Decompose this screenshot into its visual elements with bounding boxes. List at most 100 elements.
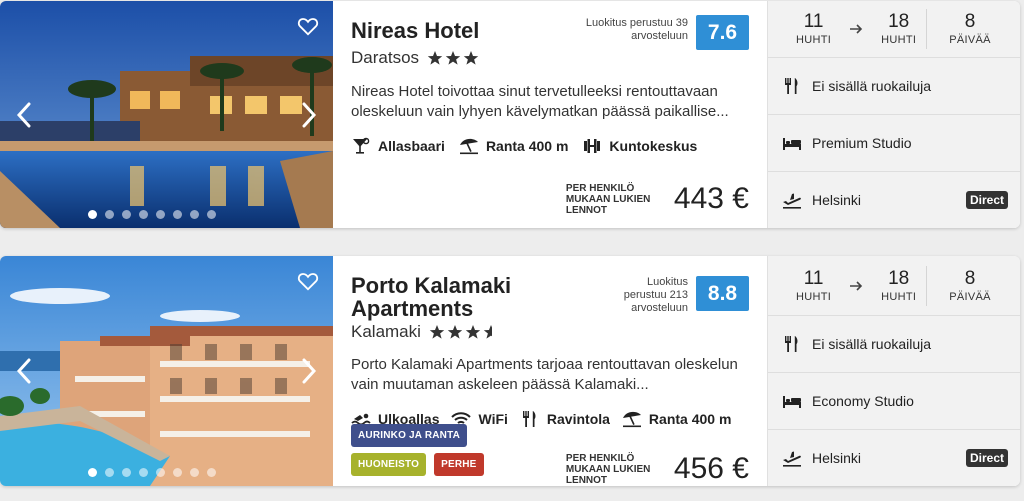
board-type: Ei sisällä ruokailuja: [768, 58, 1020, 115]
pagination-dot[interactable]: [87, 210, 97, 219]
amenity-label: Kuntokeskus: [609, 138, 698, 154]
pagination-dot[interactable]: [155, 468, 165, 477]
hotel-card[interactable]: Porto Kalamaki Apartments Kalamaki Luoki…: [0, 256, 1020, 486]
room-type: Economy Studio: [768, 373, 1020, 430]
flight-info: Helsinki Direct: [768, 430, 1020, 486]
pagination-dot[interactable]: [138, 210, 148, 219]
divider: [926, 9, 928, 49]
next-photo-arrow-icon[interactable]: [299, 101, 319, 129]
trip-length-label: PÄIVÄÄ: [949, 290, 991, 303]
amenity-label: Ranta 400 m: [485, 138, 569, 154]
price-label: PER HENKILÖ MUKAAN LUKIEN LENNOT: [565, 182, 651, 216]
category-tag[interactable]: AURINKO JA RANTA: [351, 424, 468, 447]
hotel-info: Nireas Hotel Daratsos Luokitus perustuu …: [333, 1, 767, 228]
star-icon: [465, 325, 481, 339]
hotel-location: Kalamaki: [351, 322, 421, 341]
board-label: Ei sisällä ruokailuja: [812, 78, 932, 94]
beach-umbrella-icon: [459, 138, 478, 155]
price: 456 €: [673, 452, 749, 485]
hotel-card[interactable]: Nireas Hotel Daratsos Luokitus perustuu …: [0, 1, 1020, 228]
amenity-item: Kuntokeskus: [582, 137, 697, 155]
return-month: HUHTI: [881, 290, 917, 303]
board-type: Ei sisällä ruokailuja: [768, 316, 1020, 373]
pagination-dot[interactable]: [189, 210, 199, 219]
hotel-info: Porto Kalamaki Apartments Kalamaki Luoki…: [333, 256, 767, 486]
fork-knife-icon: [785, 336, 798, 352]
hotel-location: Daratsos: [351, 48, 420, 67]
star-icon: [447, 325, 463, 339]
trip-details[interactable]: 11 HUHTI 18 HUHTI 8 PÄIVÄÄ Ei sisällä ru…: [767, 1, 1020, 228]
trip-length: 8 PÄIVÄÄ: [949, 268, 991, 303]
star-icon: [463, 51, 479, 65]
dumbbell-icon: [584, 139, 601, 153]
price-area: PER HENKILÖ MUKAAN LUKIEN LENNOT 456 €: [566, 452, 749, 486]
fork-knife-icon: [785, 78, 798, 94]
star-icon: [429, 325, 445, 339]
review-rating: Luokitus perustuu 39 arvosteluun 7.6: [576, 15, 749, 50]
pagination-dot[interactable]: [138, 468, 148, 477]
pagination-dot[interactable]: [104, 468, 114, 477]
return-date: 18 HUHTI: [881, 267, 917, 303]
rating-score-badge: 8.8: [696, 276, 749, 311]
amenity-label: Ranta 400 m: [648, 411, 732, 427]
next-photo-arrow-icon[interactable]: [299, 357, 319, 385]
trip-length-label: PÄIVÄÄ: [949, 34, 991, 46]
half-star-icon: [483, 325, 492, 339]
board-label: Ei sisällä ruokailuja: [812, 336, 932, 352]
category-tag[interactable]: HUONEISTO: [351, 453, 427, 476]
departure-day: 11: [803, 11, 824, 32]
departure-city: Helsinki: [812, 192, 862, 208]
favorite-heart-icon[interactable]: [297, 15, 319, 37]
favorite-heart-icon[interactable]: [297, 270, 319, 292]
pagination-dot[interactable]: [87, 468, 97, 477]
departure-date: 11 HUHTI: [796, 11, 832, 47]
room-label: Economy Studio: [812, 393, 914, 409]
amenity-label: Ravintola: [546, 411, 610, 427]
price-label: PER HENKILÖ MUKAAN LUKIEN LENNOT: [565, 452, 651, 486]
review-rating: Luokitus perustuu 213 arvosteluun 8.8: [614, 274, 749, 315]
trip-dates: 11 HUHTI 18 HUHTI 8 PÄIVÄÄ: [768, 1, 1020, 58]
trip-details[interactable]: 11 HUHTI 18 HUHTI 8 PÄIVÄÄ Ei sisällä ru…: [767, 256, 1020, 486]
pagination-dot[interactable]: [104, 210, 114, 219]
price-area: PER HENKILÖ MUKAAN LUKIEN LENNOT 443 €: [566, 182, 749, 216]
departure-city: Helsinki: [812, 450, 862, 466]
pagination-dot[interactable]: [206, 210, 216, 219]
airplane-takeoff-icon: [783, 451, 801, 467]
direct-flight-badge: Direct: [965, 449, 1008, 467]
amenity-item: Allasbaari: [351, 137, 445, 155]
hotel-name[interactable]: Porto Kalamaki Apartments: [351, 274, 581, 320]
trip-dates: 11 HUHTI 18 HUHTI 8 PÄIVÄÄ: [768, 256, 1020, 316]
category-tag[interactable]: PERHE: [434, 453, 484, 476]
amenities-list: Allasbaari Ranta 400 m Kuntokeskus: [351, 137, 749, 155]
hotel-name[interactable]: Nireas Hotel: [351, 19, 581, 42]
departure-month: HUHTI: [796, 34, 832, 46]
return-day: 18: [888, 267, 910, 289]
bed-icon: [783, 138, 801, 150]
pagination-dot[interactable]: [206, 468, 216, 477]
star-icon: [427, 51, 443, 65]
pagination-dot[interactable]: [172, 468, 182, 477]
departure-date: 11 HUHTI: [796, 268, 832, 303]
arrow-right-icon: [850, 280, 863, 291]
return-day: 18: [888, 11, 910, 32]
hotel-photo: [0, 1, 333, 228]
pagination-dot[interactable]: [121, 210, 131, 219]
trip-length-days: 8: [964, 11, 976, 32]
pagination-dot[interactable]: [121, 468, 131, 477]
hotel-photo-carousel[interactable]: [0, 256, 333, 486]
pagination-dot[interactable]: [155, 210, 165, 219]
hotel-photo-carousel[interactable]: [0, 1, 333, 228]
return-month: HUHTI: [881, 34, 917, 46]
arrow-right-icon: [850, 24, 863, 34]
departure-month: HUHTI: [796, 290, 832, 303]
fork-knife-icon: [522, 411, 536, 427]
pagination-dot[interactable]: [189, 468, 199, 477]
previous-photo-arrow-icon[interactable]: [14, 357, 34, 385]
return-date: 18 HUHTI: [881, 11, 917, 47]
room-type: Premium Studio: [768, 115, 1020, 172]
trip-length: 8 PÄIVÄÄ: [949, 11, 991, 47]
pagination-dot[interactable]: [172, 210, 182, 219]
star-rating: [429, 324, 499, 340]
previous-photo-arrow-icon[interactable]: [14, 101, 34, 129]
hotel-description: Nireas Hotel toivottaa sinut tervetullee…: [351, 83, 729, 120]
